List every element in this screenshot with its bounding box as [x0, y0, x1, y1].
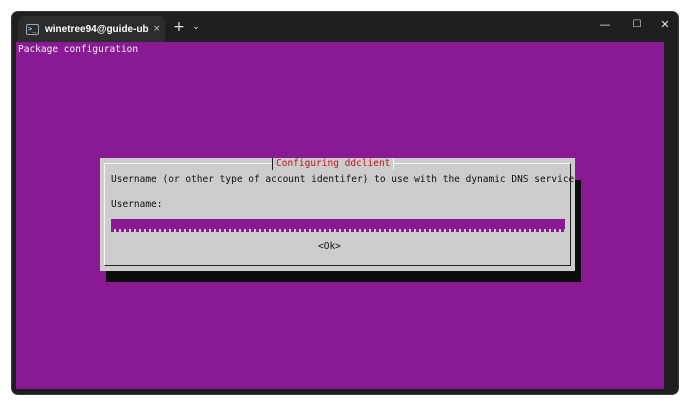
ddclient-config-dialog: Configuring ddclient Username (or other … [100, 158, 580, 271]
chevron-down-icon[interactable]: ⌄ [190, 20, 202, 34]
username-label: Username: [111, 199, 163, 210]
close-window-button[interactable]: ✕ [650, 16, 678, 34]
dialog-prompt: Username (or other type of account ident… [111, 174, 580, 185]
ok-button[interactable]: <Ok> [318, 241, 341, 252]
tab-title: winetree94@guide-ubuntu: [45, 23, 149, 35]
terminal-icon: >_ [26, 23, 39, 35]
new-tab-button[interactable]: + [172, 19, 186, 35]
dialog-title: Configuring ddclient [272, 158, 395, 170]
maximize-button[interactable]: ☐ [622, 16, 652, 34]
tab-terminal[interactable]: >_ winetree94@guide-ubuntu: × [18, 16, 165, 42]
tab-close-icon[interactable]: × [153, 24, 161, 34]
username-input[interactable] [111, 219, 565, 229]
package-configuration-header: Package configuration [18, 44, 139, 55]
terminal-window: >_ winetree94@guide-ubuntu: × + ⌄ — ☐ ✕ … [12, 12, 678, 394]
input-underline [111, 229, 565, 232]
minimize-button[interactable]: — [590, 16, 620, 34]
title-bar: >_ winetree94@guide-ubuntu: × + ⌄ — ☐ ✕ [12, 12, 678, 42]
terminal-area[interactable]: Package configuration Configuring ddclie… [16, 42, 664, 389]
